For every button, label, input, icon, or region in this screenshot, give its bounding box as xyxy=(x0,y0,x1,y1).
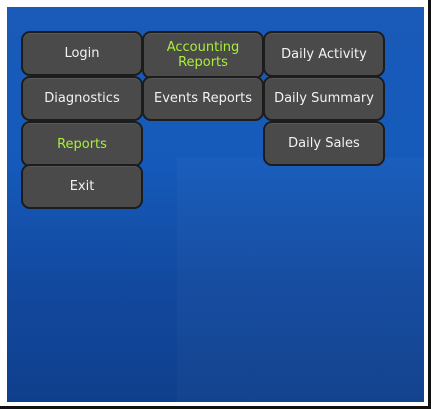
events-reports-button[interactable]: Events Reports xyxy=(142,76,264,121)
diagnostics-button-label: Diagnostics xyxy=(44,91,120,106)
login-button-label: Login xyxy=(64,46,100,61)
daily-sales-button[interactable]: Daily Sales xyxy=(263,121,385,166)
exit-button[interactable]: Exit xyxy=(21,164,143,209)
daily-activity-button-label: Daily Activity xyxy=(281,46,367,62)
diagnostics-button[interactable]: Diagnostics xyxy=(21,76,143,121)
daily-sales-button-label: Daily Sales xyxy=(288,136,360,151)
window-frame: Login Diagnostics Reports Exit Accountin… xyxy=(0,0,431,409)
reports-button[interactable]: Reports xyxy=(21,121,143,167)
daily-summary-button-label: Daily Summary xyxy=(274,91,374,106)
daily-activity-button[interactable]: Daily Activity xyxy=(263,31,385,77)
login-button[interactable]: Login xyxy=(21,31,143,76)
accounting-reports-button-label: Accounting Reports xyxy=(166,40,240,70)
exit-button-label: Exit xyxy=(69,179,95,194)
daily-summary-button[interactable]: Daily Summary xyxy=(263,76,385,121)
reports-button-label: Reports xyxy=(57,136,107,152)
accounting-reports-button[interactable]: Accounting Reports xyxy=(142,31,264,79)
events-reports-button-label: Events Reports xyxy=(153,91,252,106)
menu-screen: Login Diagnostics Reports Exit Accountin… xyxy=(7,7,424,402)
